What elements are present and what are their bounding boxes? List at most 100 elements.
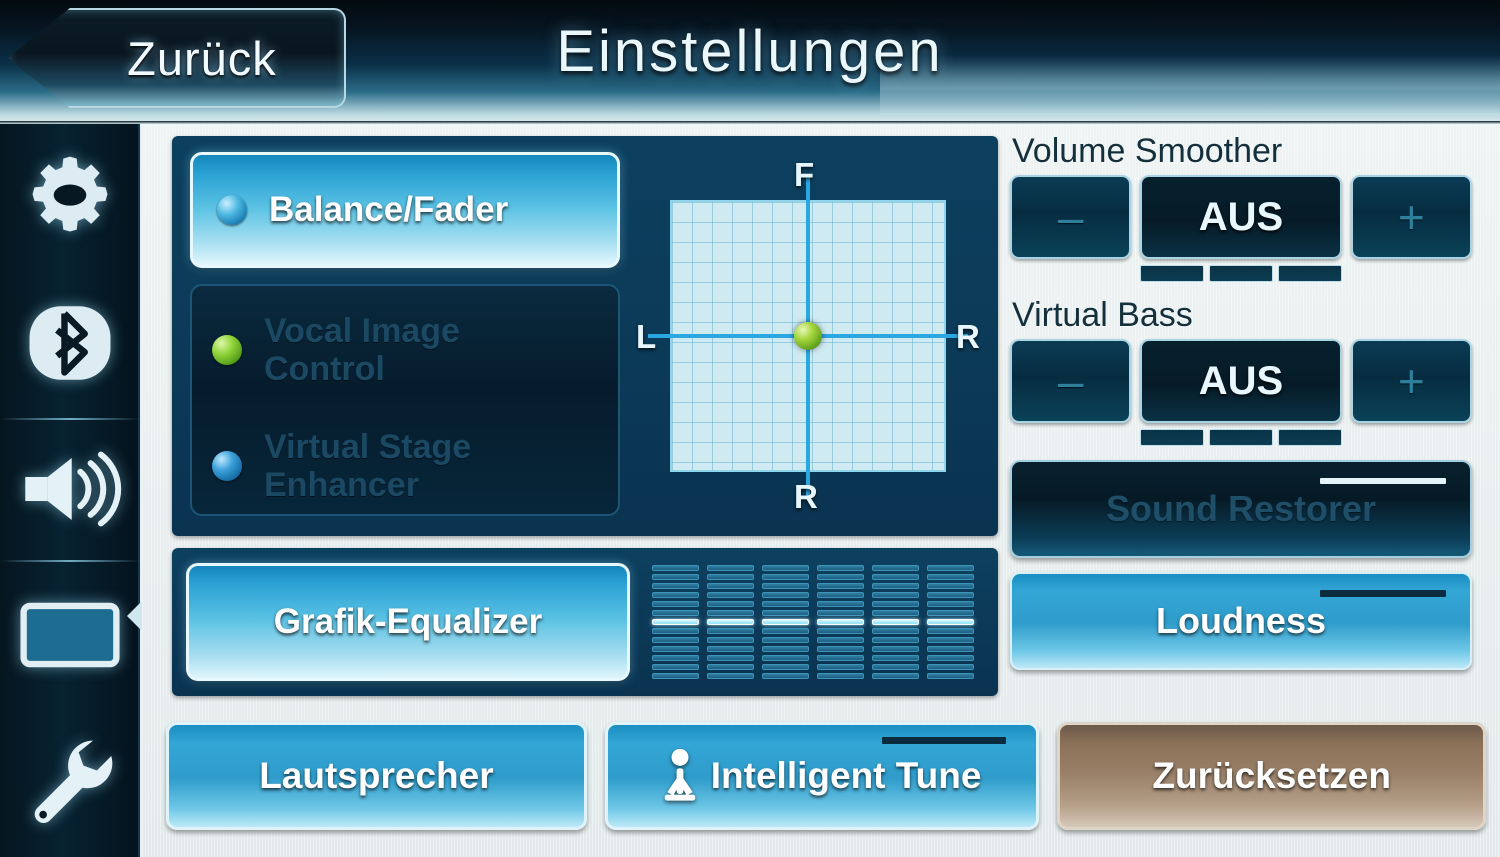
eq-segment <box>872 628 919 634</box>
speaker-button[interactable]: Lautsprecher <box>166 722 587 830</box>
eq-segment <box>762 628 809 634</box>
segment <box>1277 265 1342 282</box>
eq-band[interactable] <box>707 565 754 679</box>
sidebar-item-bluetooth[interactable] <box>0 270 140 416</box>
virtual-stage-enhancer-label: Virtual Stage Enhancer <box>264 428 471 504</box>
volume-smoother-plus-button[interactable]: + <box>1350 175 1472 259</box>
eq-segment <box>707 664 754 670</box>
vic-line2: Control <box>264 350 385 389</box>
minus-icon: – <box>1057 355 1084 407</box>
sound-restorer-label: Sound Restorer <box>1105 488 1377 529</box>
volume-smoother-value-wrap: AUS <box>1140 175 1342 282</box>
vse-line1: Virtual Stage <box>264 428 472 466</box>
eq-segment <box>872 574 919 580</box>
sidebar-item-sound[interactable] <box>0 416 140 562</box>
eq-segment <box>762 637 809 643</box>
segment <box>1140 265 1205 282</box>
intelligent-tune-indicator <box>882 737 1007 744</box>
volume-smoother-group: Volume Smoother – AUS + <box>1010 132 1472 282</box>
eq-segment <box>652 664 699 670</box>
eq-segment <box>817 619 864 625</box>
right-controls-column: Volume Smoother – AUS + Virtual Bass – A… <box>1010 132 1472 702</box>
eq-segment <box>707 619 754 625</box>
intelligent-tune-button[interactable]: Intelligent Tune <box>604 722 1040 830</box>
eq-segment <box>927 655 974 661</box>
disabled-sound-modes-group[interactable]: Vocal Image Control Virtual Stage Enhanc… <box>190 284 620 516</box>
eq-segment <box>927 574 974 580</box>
volume-smoother-stepper: – AUS + <box>1010 175 1472 282</box>
eq-segment <box>707 646 754 652</box>
eq-segment <box>762 673 809 679</box>
virtual-bass-minus-button[interactable]: – <box>1010 339 1132 423</box>
eq-segment <box>652 646 699 652</box>
loudness-button[interactable]: Loudness <box>1010 572 1472 670</box>
sound-restorer-indicator <box>1320 478 1446 484</box>
eq-segment <box>872 664 919 670</box>
balance-fader-pad[interactable]: F R L R <box>634 150 982 522</box>
balance-fader-position-dot[interactable] <box>794 322 822 350</box>
volume-smoother-segments <box>1140 265 1342 282</box>
eq-segment <box>652 619 699 625</box>
eq-segment <box>817 673 864 679</box>
reset-button[interactable]: Zurücksetzen <box>1057 722 1486 830</box>
eq-segment <box>707 628 754 634</box>
eq-segment <box>872 673 919 679</box>
eq-segment <box>817 637 864 643</box>
eq-band[interactable] <box>872 565 919 679</box>
eq-segment <box>762 619 809 625</box>
eq-segment <box>872 619 919 625</box>
eq-segment <box>762 583 809 589</box>
eq-segment <box>652 601 699 607</box>
balance-fader-option[interactable]: Balance/Fader <box>190 152 620 268</box>
vic-line1: Vocal Image <box>264 312 460 350</box>
eq-band[interactable] <box>817 565 864 679</box>
volume-smoother-label: Volume Smoother <box>1012 132 1283 170</box>
balance-fader-bullet <box>217 195 247 225</box>
virtual-bass-value-wrap: AUS <box>1140 339 1342 446</box>
eq-band[interactable] <box>927 565 974 679</box>
eq-band[interactable] <box>762 565 809 679</box>
eq-segment <box>707 637 754 643</box>
virtual-stage-enhancer-bullet <box>212 451 242 482</box>
volume-smoother-value-box[interactable]: AUS <box>1140 175 1342 259</box>
sidebar-item-tools[interactable] <box>0 708 140 854</box>
eq-segment <box>762 565 809 571</box>
virtual-bass-plus-button[interactable]: + <box>1350 339 1472 423</box>
eq-segment <box>762 592 809 598</box>
sidebar-item-settings[interactable] <box>0 124 140 270</box>
display-screen-icon <box>20 602 120 668</box>
virtual-bass-segments <box>1140 429 1342 446</box>
gear-icon <box>32 156 108 232</box>
sidebar-item-display[interactable] <box>0 562 140 708</box>
eq-segment <box>762 601 809 607</box>
eq-segment <box>652 574 699 580</box>
eq-segment <box>762 664 809 670</box>
eq-segment <box>707 673 754 679</box>
plus-icon: + <box>1397 355 1425 407</box>
graphic-equalizer-button[interactable]: Grafik-Equalizer <box>186 563 630 681</box>
eq-segment <box>652 592 699 598</box>
eq-band[interactable] <box>652 565 699 679</box>
vocal-image-control-option[interactable]: Vocal Image Control <box>212 312 612 388</box>
vocal-image-control-bullet <box>212 335 242 366</box>
eq-segment <box>872 592 919 598</box>
eq-segment <box>652 565 699 571</box>
eq-segment <box>817 628 864 634</box>
bottom-button-row: Lautsprecher Intelligent Tune Zurücksetz… <box>166 722 1486 842</box>
eq-segment <box>927 610 974 616</box>
virtual-bass-value-box[interactable]: AUS <box>1140 339 1342 423</box>
pad-label-right: R <box>956 318 980 355</box>
speaker-volume-icon <box>25 451 122 527</box>
eq-segment <box>707 655 754 661</box>
eq-segment <box>872 583 919 589</box>
eq-segment <box>872 610 919 616</box>
volume-smoother-minus-button[interactable]: – <box>1010 175 1132 259</box>
eq-segment <box>707 574 754 580</box>
vse-line2: Enhancer <box>264 466 419 505</box>
eq-segment <box>652 583 699 589</box>
volume-smoother-value: AUS <box>1198 194 1284 239</box>
balance-fader-label: Balance/Fader <box>269 190 509 229</box>
eq-segment <box>872 646 919 652</box>
sound-restorer-button[interactable]: Sound Restorer <box>1010 460 1472 558</box>
virtual-stage-enhancer-option[interactable]: Virtual Stage Enhancer <box>212 428 612 504</box>
